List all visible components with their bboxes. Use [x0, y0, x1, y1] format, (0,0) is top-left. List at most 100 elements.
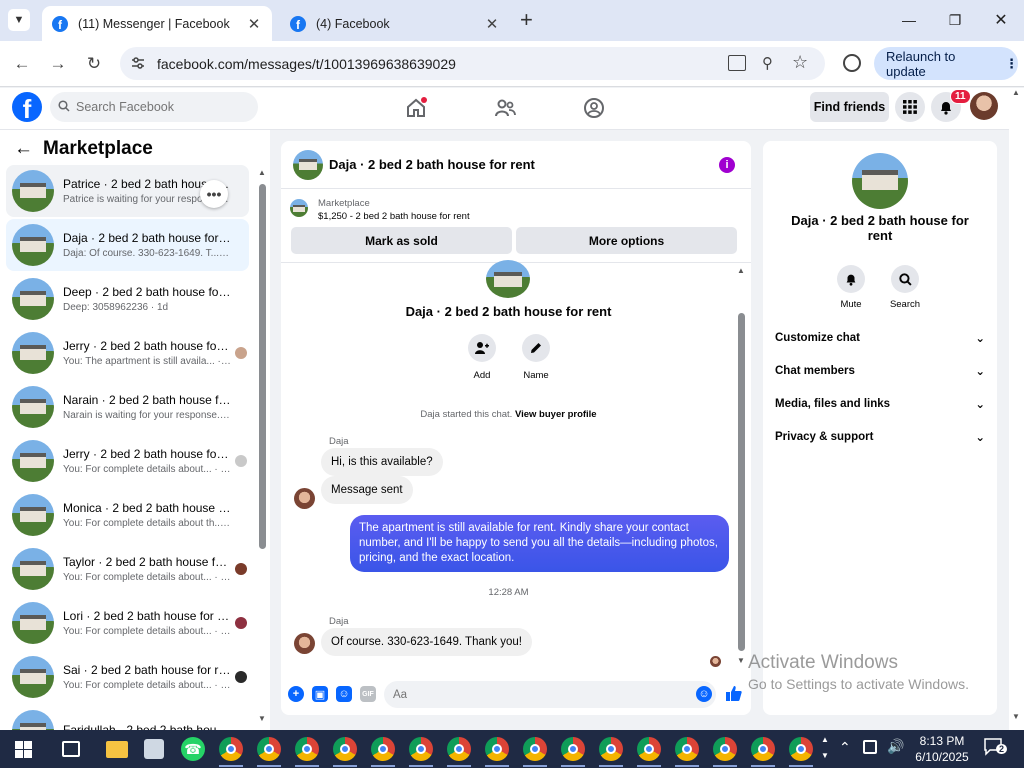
relaunch-button[interactable]: Relaunch to update ⋮: [874, 47, 1018, 80]
conversation-item[interactable]: Deep · 2 bed 2 bath house for rent Deep: …: [6, 273, 249, 325]
task-view-icon[interactable]: [62, 741, 80, 757]
chrome-icon[interactable]: [257, 737, 281, 761]
message-bubble[interactable]: Of course. 330-623-1649. Thank you!: [321, 628, 532, 656]
chat-title[interactable]: Daja · 2 bed 2 bath house for rent: [329, 157, 719, 172]
page-scrollbar[interactable]: ▲ ▼: [1009, 88, 1024, 730]
taskbar-scroll-icon[interactable]: ▲ ▼: [821, 732, 829, 764]
bookmark-star-icon[interactable]: ☆: [792, 52, 808, 73]
minimize-button[interactable]: —: [896, 8, 922, 32]
more-vert-icon[interactable]: ⋮: [1005, 56, 1018, 72]
close-window-button[interactable]: ✕: [988, 8, 1014, 32]
back-button[interactable]: ←: [11, 53, 33, 75]
app-icon[interactable]: [144, 739, 164, 759]
file-explorer-icon[interactable]: [106, 741, 128, 758]
conversation-item[interactable]: Sai · 2 bed 2 bath house for rent You: Fo…: [6, 651, 249, 703]
close-icon[interactable]: ✕: [246, 15, 262, 33]
privacy-support-section[interactable]: Privacy & support ⌄: [775, 430, 985, 444]
site-settings-icon[interactable]: [130, 55, 146, 71]
back-arrow-icon[interactable]: ←: [14, 138, 33, 160]
chrome-icon[interactable]: [447, 737, 471, 761]
home-icon[interactable]: [404, 96, 428, 120]
profile-icon[interactable]: [843, 54, 861, 72]
find-friends-button[interactable]: Find friends: [810, 92, 889, 122]
thumbs-up-icon[interactable]: [725, 684, 743, 705]
system-clock[interactable]: 8:13 PM 6/10/2025: [905, 733, 979, 765]
sticker-icon[interactable]: ☺: [336, 686, 352, 702]
volume-icon[interactable]: 🔊: [887, 738, 904, 755]
conversation-item[interactable]: Narain · 2 bed 2 bath house for rent Nara…: [6, 381, 249, 433]
name-button[interactable]: Name: [521, 334, 551, 381]
tab-messenger[interactable]: f (11) Messenger | Facebook ✕: [42, 6, 272, 41]
scrollbar-thumb[interactable]: [259, 184, 266, 549]
listing-price[interactable]: $1,250 - 2 bed 2 bath house for rent: [318, 211, 470, 222]
chrome-icon[interactable]: [295, 737, 319, 761]
more-options-button[interactable]: More options: [516, 227, 737, 254]
friends-icon[interactable]: [493, 96, 517, 120]
url-text[interactable]: facebook.com/messages/t/1001396963863902…: [157, 56, 456, 72]
chrome-icon[interactable]: [561, 737, 585, 761]
forward-button[interactable]: →: [47, 53, 69, 75]
facebook-logo-icon[interactable]: f: [12, 92, 42, 122]
scroll-down-icon[interactable]: ▼: [737, 656, 745, 665]
reload-button[interactable]: ↻: [83, 53, 105, 75]
network-icon[interactable]: [863, 740, 877, 754]
restore-button[interactable]: ❐: [942, 8, 968, 32]
message-input[interactable]: [393, 688, 683, 701]
message-bubble[interactable]: Message sent: [321, 476, 413, 504]
conversation-item[interactable]: Monica · 2 bed 2 bath house for rent You:…: [6, 489, 249, 541]
scroll-up-icon[interactable]: ▲: [258, 168, 266, 177]
conversation-item[interactable]: Daja · 2 bed 2 bath house for rent Daja: …: [6, 219, 249, 271]
info-icon[interactable]: i: [719, 156, 735, 173]
whatsapp-icon[interactable]: ☎: [181, 737, 205, 761]
gif-icon[interactable]: GIF: [360, 686, 376, 702]
scroll-down-icon[interactable]: ▼: [258, 714, 266, 723]
chrome-icon[interactable]: [485, 737, 509, 761]
avatar[interactable]: [294, 488, 315, 509]
avatar[interactable]: [970, 92, 998, 120]
conversation-item[interactable]: Taylor · 2 bed 2 bath house for rent You:…: [6, 543, 249, 595]
customize-chat-section[interactable]: Customize chat ⌄: [775, 331, 985, 345]
conversation-item[interactable]: Lori · 2 bed 2 bath house for rent You: F…: [6, 597, 249, 649]
conversation-item[interactable]: Jerry · 2 bed 2 bath house for rent You: …: [6, 327, 249, 379]
chrome-icon[interactable]: [219, 737, 243, 761]
notification-center-icon[interactable]: 2: [984, 738, 1008, 758]
chrome-icon[interactable]: [751, 737, 775, 761]
chrome-icon[interactable]: [333, 737, 357, 761]
message-input-box[interactable]: ☺: [384, 681, 716, 708]
install-app-icon[interactable]: [728, 55, 746, 71]
emoji-icon[interactable]: ☺: [696, 686, 712, 702]
mute-button[interactable]: Mute: [831, 265, 871, 310]
avatar[interactable]: [294, 633, 315, 654]
chrome-icon[interactable]: [599, 737, 623, 761]
search-box[interactable]: [50, 92, 258, 122]
start-windows-icon[interactable]: [15, 741, 32, 761]
add-button[interactable]: Add: [467, 334, 497, 381]
tab-search-dropdown[interactable]: ▼: [8, 9, 30, 31]
scroll-down-icon[interactable]: ▼: [1012, 712, 1020, 721]
my-message-bubble[interactable]: The apartment is still available for ren…: [350, 515, 729, 572]
conversation-item[interactable]: Jerry · 2 bed 2 bath house for rent You: …: [6, 435, 249, 487]
chrome-icon[interactable]: [789, 737, 813, 761]
more-options-icon[interactable]: •••: [200, 180, 228, 208]
chrome-icon[interactable]: [523, 737, 547, 761]
chrome-icon[interactable]: [409, 737, 433, 761]
photo-icon[interactable]: ▣: [312, 686, 328, 702]
chat-members-section[interactable]: Chat members ⌄: [775, 364, 985, 378]
scroll-up-icon[interactable]: ▲: [737, 266, 745, 275]
new-tab-button[interactable]: +: [520, 7, 533, 33]
groups-icon[interactable]: [582, 96, 606, 120]
show-hidden-icons-icon[interactable]: ⌃: [839, 739, 851, 756]
message-bubble[interactable]: Hi, is this available?: [321, 448, 443, 476]
address-bar[interactable]: facebook.com/messages/t/1001396963863902…: [120, 47, 825, 80]
chrome-icon[interactable]: [371, 737, 395, 761]
zoom-icon[interactable]: ⚲: [762, 54, 773, 72]
media-files-links-section[interactable]: Media, files and links ⌄: [775, 397, 985, 411]
search-input[interactable]: [76, 100, 246, 114]
scrollbar-thumb[interactable]: [738, 313, 745, 651]
tab-facebook[interactable]: f (4) Facebook ✕: [280, 6, 510, 41]
search-button[interactable]: Search: [885, 265, 925, 310]
chrome-icon[interactable]: [675, 737, 699, 761]
chrome-icon[interactable]: [713, 737, 737, 761]
close-icon[interactable]: ✕: [484, 15, 500, 33]
mark-as-sold-button[interactable]: Mark as sold: [291, 227, 512, 254]
